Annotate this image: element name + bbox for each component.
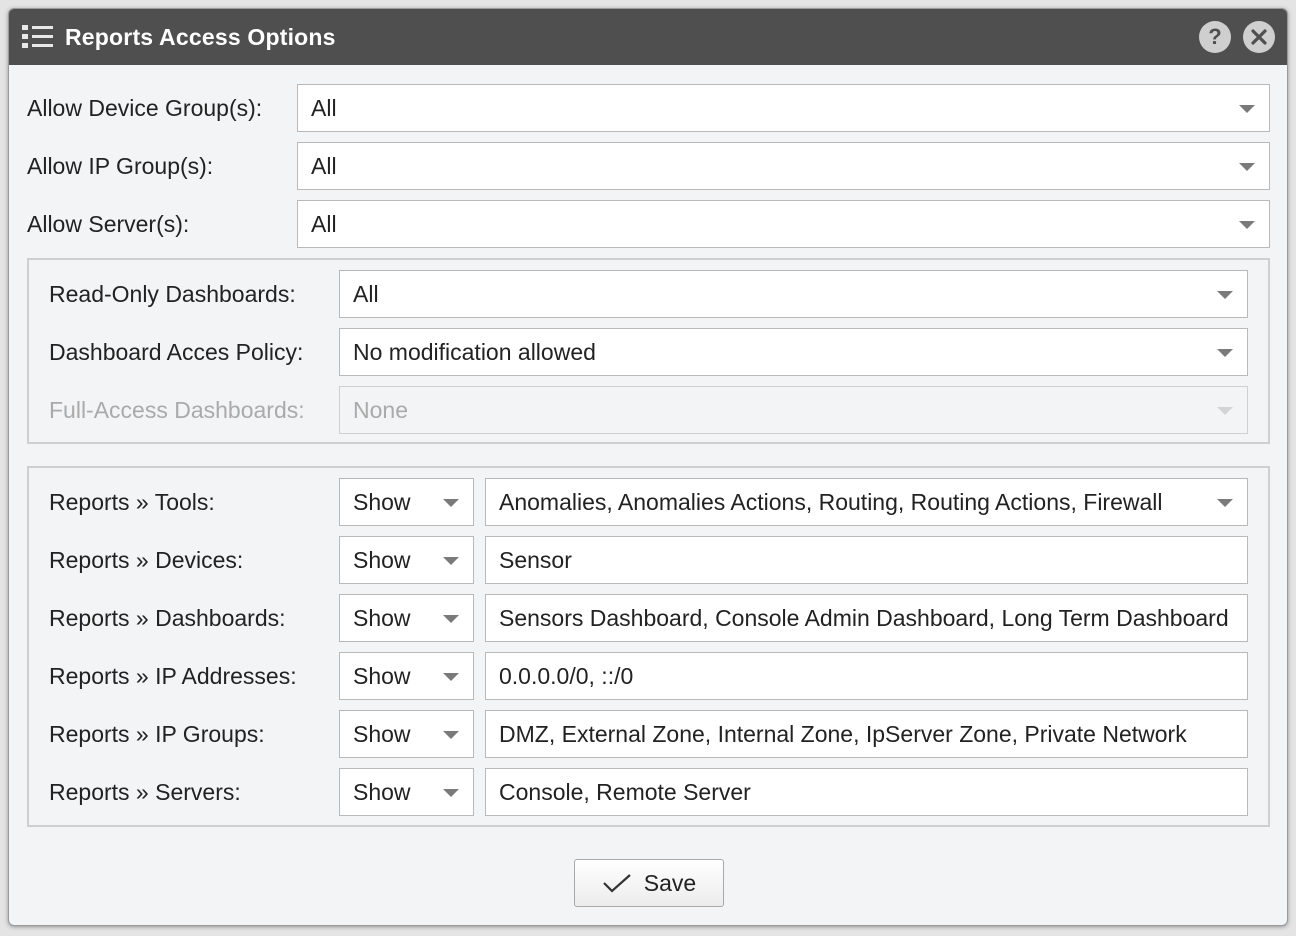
help-icon[interactable]: ? xyxy=(1199,21,1231,53)
chevron-down-icon xyxy=(443,673,459,681)
reports-ip-groups-input[interactable]: DMZ, External Zone, Internal Zone, IpSer… xyxy=(485,710,1248,758)
chevron-down-icon xyxy=(443,499,459,507)
full-access-dashboards-select: None xyxy=(339,386,1248,434)
read-only-dashboards-select[interactable]: All xyxy=(339,270,1248,318)
allow-device-groups-select[interactable]: All xyxy=(297,84,1270,132)
reports-devices-mode-select[interactable]: Show xyxy=(339,536,474,584)
allow-servers-label: Allow Server(s): xyxy=(27,211,190,237)
allow-ip-groups-select[interactable]: All xyxy=(297,142,1270,190)
reports-ip-addresses-label: Reports » IP Addresses: xyxy=(49,663,297,689)
reports-tools-mode-select[interactable]: Show xyxy=(339,478,474,526)
checkmark-icon xyxy=(603,874,631,893)
reports-ip-groups-label: Reports » IP Groups: xyxy=(49,721,265,747)
chevron-down-icon xyxy=(1239,105,1255,113)
allow-servers-select[interactable]: All xyxy=(297,200,1270,248)
full-access-dashboards-label: Full-Access Dashboards: xyxy=(49,397,305,423)
reports-ip-addresses-mode-select[interactable]: Show xyxy=(339,652,474,700)
reports-dashboards-input[interactable]: Sensors Dashboard, Console Admin Dashboa… xyxy=(485,594,1248,642)
chevron-down-icon xyxy=(1217,407,1233,415)
list-menu-icon[interactable] xyxy=(22,24,53,50)
reports-tools-select[interactable]: Anomalies, Anomalies Actions, Routing, R… xyxy=(485,478,1248,526)
chevron-down-icon xyxy=(1217,499,1233,507)
dashboard-access-policy-label: Dashboard Acces Policy: xyxy=(49,339,304,365)
title-bar: Reports Access Options ? xyxy=(9,9,1287,65)
reports-servers-label: Reports » Servers: xyxy=(49,779,241,805)
save-button-label: Save xyxy=(643,869,697,896)
reports-servers-mode-select[interactable]: Show xyxy=(339,768,474,816)
reports-ip-groups-mode-select[interactable]: Show xyxy=(339,710,474,758)
chevron-down-icon xyxy=(1217,349,1233,357)
save-button[interactable]: Save xyxy=(574,859,724,907)
chevron-down-icon xyxy=(443,557,459,565)
close-icon[interactable] xyxy=(1243,21,1275,53)
reports-dashboards-mode-select[interactable]: Show xyxy=(339,594,474,642)
allow-ip-groups-label: Allow IP Group(s): xyxy=(27,153,214,179)
dialog-title: Reports Access Options xyxy=(65,23,336,50)
chevron-down-icon xyxy=(1239,221,1255,229)
reports-devices-label: Reports » Devices: xyxy=(49,547,244,573)
reports-devices-input[interactable]: Sensor xyxy=(485,536,1248,584)
dashboard-access-policy-select[interactable]: No modification allowed xyxy=(339,328,1248,376)
chevron-down-icon xyxy=(1239,163,1255,171)
chevron-down-icon xyxy=(443,789,459,797)
allow-device-groups-label: Allow Device Group(s): xyxy=(27,95,263,121)
read-only-dashboards-label: Read-Only Dashboards: xyxy=(49,281,296,307)
reports-access-options-dialog: Reports Access Options ? Allow Device Gr… xyxy=(8,8,1288,926)
chevron-down-icon xyxy=(1217,291,1233,299)
chevron-down-icon xyxy=(443,731,459,739)
reports-ip-addresses-input[interactable]: 0.0.0.0/0, ::/0 xyxy=(485,652,1248,700)
reports-tools-label: Reports » Tools: xyxy=(49,489,215,515)
reports-dashboards-label: Reports » Dashboards: xyxy=(49,605,286,631)
reports-servers-input[interactable]: Console, Remote Server xyxy=(485,768,1248,816)
chevron-down-icon xyxy=(443,615,459,623)
